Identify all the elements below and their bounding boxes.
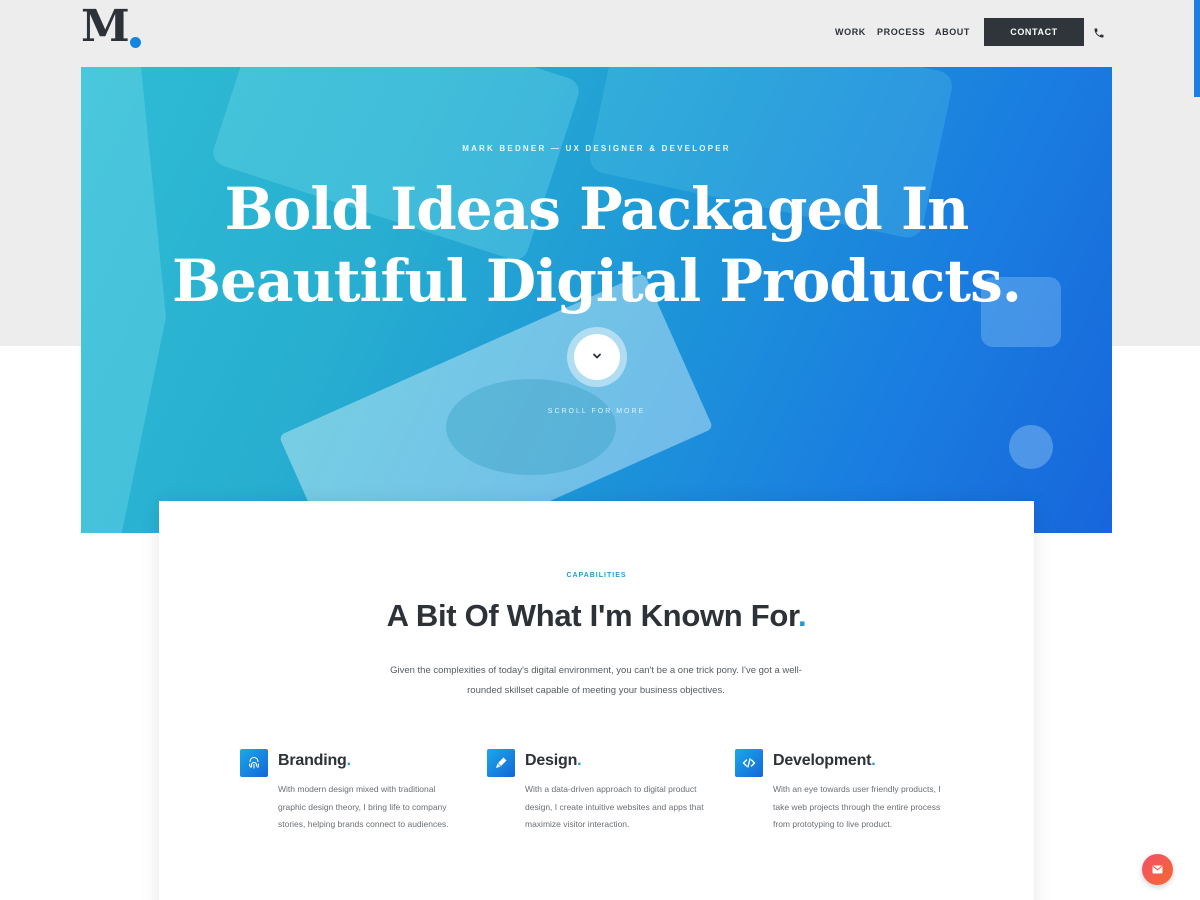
- site-logo[interactable]: M: [81, 5, 145, 51]
- envelope-icon: [1152, 861, 1163, 879]
- page-scroll-indicator[interactable]: [1194, 0, 1200, 97]
- chat-button[interactable]: [1142, 854, 1173, 885]
- feature-description: With a data-driven approach to digital p…: [525, 784, 704, 829]
- feature-description: With an eye towards user friendly produc…: [773, 784, 941, 829]
- feature-title-dot: .: [871, 752, 876, 769]
- scroll-down-button[interactable]: [567, 327, 627, 387]
- nav-process-link[interactable]: PROCESS: [877, 27, 925, 39]
- feature-title: Design.: [525, 752, 582, 770]
- hero-title-line-2: Beautiful Digital Products.: [172, 247, 1022, 315]
- scroll-button-inner: [574, 334, 620, 380]
- feature-title-text: Branding: [278, 752, 347, 769]
- phone-icon[interactable]: [1093, 26, 1105, 38]
- feature-title: Development.: [773, 752, 876, 770]
- feature-development: Development. With an eye towards user fr…: [735, 747, 955, 857]
- chevron-down-icon: [592, 348, 602, 366]
- feature-branding: Branding. With modern design mixed with …: [240, 747, 460, 857]
- feature-title-text: Development: [773, 752, 872, 769]
- fingerprint-icon: [240, 749, 268, 777]
- contact-button[interactable]: CONTACT: [984, 18, 1084, 46]
- capabilities-card: CAPABILITIES A Bit Of What I'm Known For…: [159, 501, 1034, 900]
- feature-design: Design. With a data-driven approach to d…: [487, 747, 707, 857]
- title-accent-dot: .: [798, 598, 807, 633]
- nav-about-link[interactable]: ABOUT: [935, 27, 970, 39]
- capabilities-description: Given the complexities of today's digita…: [390, 665, 802, 696]
- logo-letter: M: [81, 1, 130, 52]
- scroll-label: SCROLL FOR MORE: [547, 408, 646, 415]
- logo-dot: [130, 37, 141, 48]
- hero-eyebrow: MARK BEDNER — UX DESIGNER & DEVELOPER: [462, 144, 731, 153]
- pen-icon: [487, 749, 515, 777]
- feature-title-dot: .: [346, 752, 351, 769]
- code-icon: [735, 749, 763, 777]
- hero-title-line-1: Bold Ideas Packaged In: [224, 175, 970, 243]
- nav-work-link[interactable]: WORK: [835, 27, 866, 39]
- hero-title: Bold Ideas Packaged In Beautiful Digital…: [81, 173, 1112, 317]
- capabilities-title: A Bit Of What I'm Known For.: [159, 598, 1034, 634]
- capabilities-eyebrow: CAPABILITIES: [566, 572, 627, 579]
- feature-title-text: Design: [525, 752, 578, 769]
- feature-title: Branding.: [278, 752, 351, 770]
- capabilities-title-text: A Bit Of What I'm Known For: [386, 598, 799, 633]
- hero-banner: MARK BEDNER — UX DESIGNER & DEVELOPER Bo…: [81, 67, 1112, 533]
- feature-description: With modern design mixed with traditiona…: [278, 784, 449, 829]
- feature-title-dot: .: [577, 752, 582, 769]
